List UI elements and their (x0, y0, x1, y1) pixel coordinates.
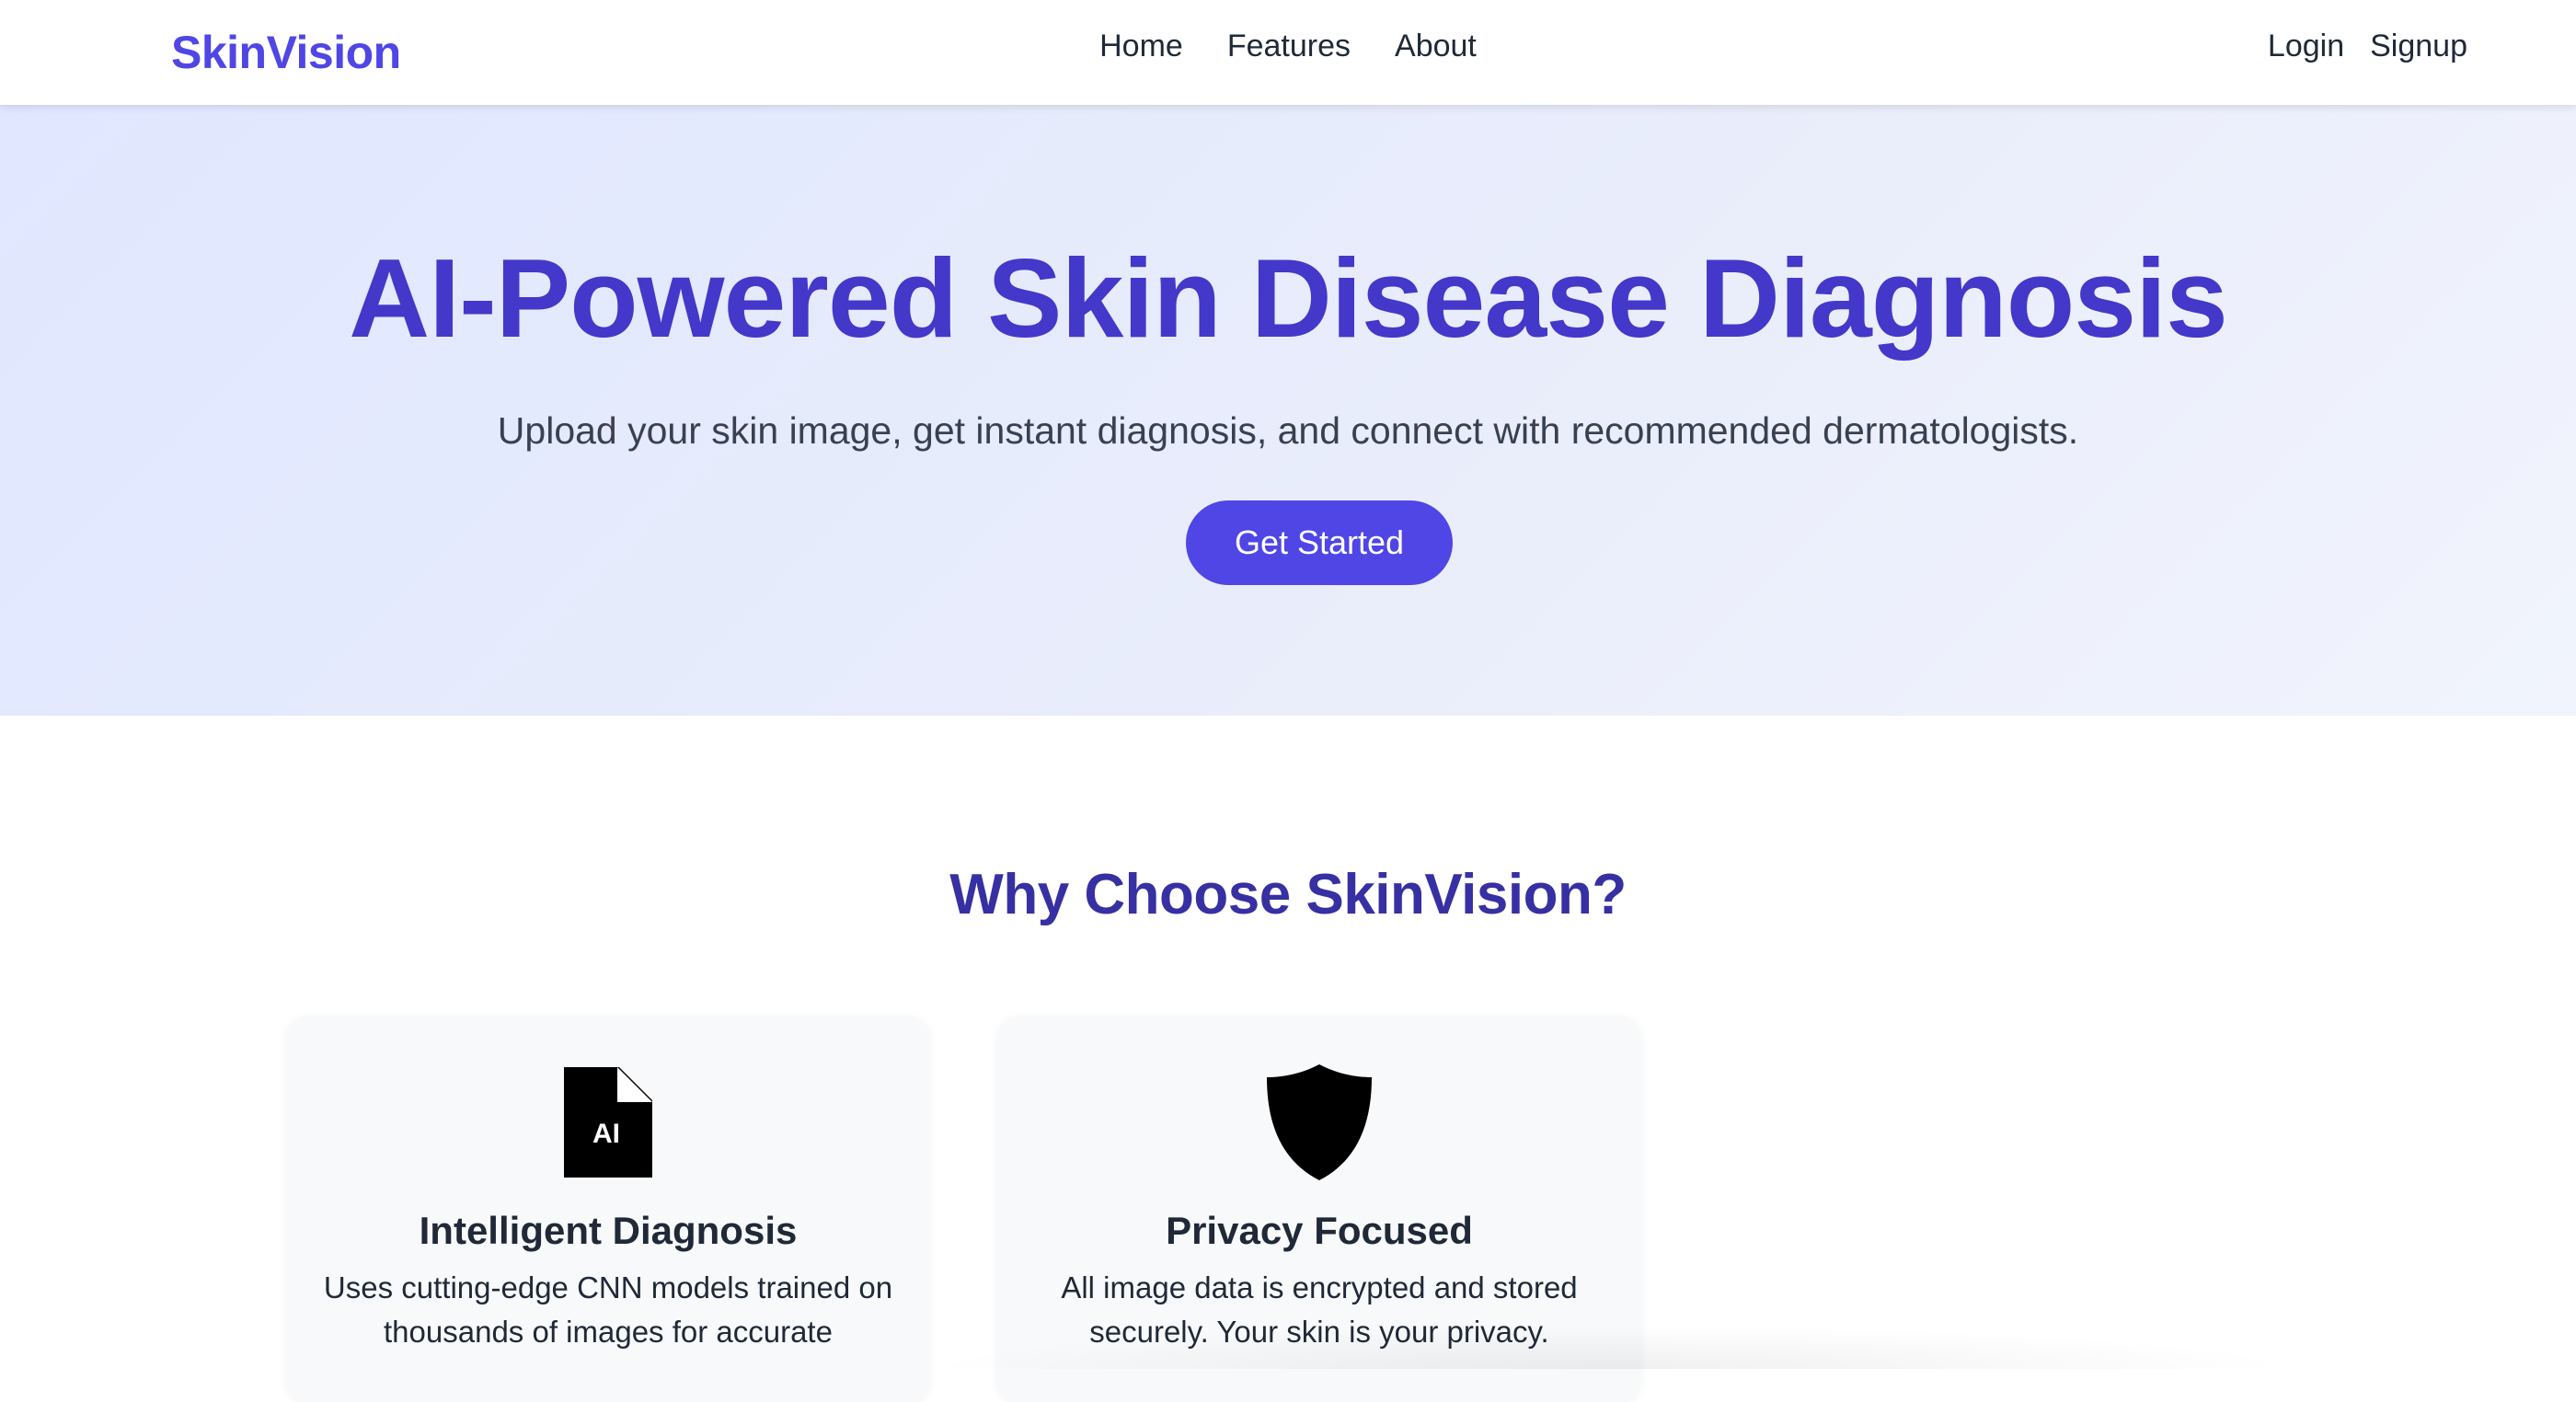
ai-document-icon: AI (286, 1065, 930, 1179)
get-started-button[interactable]: Get Started (1186, 500, 1453, 585)
nav-link-features[interactable]: Features (1227, 29, 1351, 64)
feature-card-privacy-focused: Privacy Focused All image data is encryp… (997, 1016, 1641, 1402)
feature-card-intelligent-diagnosis: AI Intelligent Diagnosis Uses cutting-ed… (286, 1016, 930, 1402)
brand-logo[interactable]: SkinVision (171, 20, 401, 85)
hero-section: AI-Powered Skin Disease Diagnosis Upload… (0, 105, 2576, 716)
ai-icon-label: AI (592, 1119, 620, 1149)
feature-card-title: Privacy Focused (1166, 1209, 1473, 1252)
shield-icon (997, 1064, 1641, 1180)
feature-card-text: All image data is encrypted and stored s… (1061, 1270, 1578, 1349)
shield-icon-graphic (1267, 1064, 1372, 1180)
hero-title: AI-Powered Skin Disease Diagnosis (349, 236, 2228, 361)
nav-link-about[interactable]: About (1395, 29, 1477, 64)
feature-card-title: Intelligent Diagnosis (419, 1209, 798, 1252)
features-heading: Why Choose SkinVision? (949, 863, 1627, 926)
signup-link[interactable]: Signup (2370, 29, 2467, 64)
hero-subtitle: Upload your skin image, get instant diag… (497, 409, 2079, 452)
nav-link-home[interactable]: Home (1099, 29, 1183, 64)
navbar: SkinVision Home Features About Login Sig… (0, 0, 2576, 105)
ai-document-icon-graphic: AI (564, 1067, 652, 1178)
feature-card-text: Uses cutting-edge CNN models trained on … (323, 1270, 893, 1349)
login-link[interactable]: Login (2268, 29, 2344, 64)
auth-links: Login Signup (2268, 0, 2467, 92)
